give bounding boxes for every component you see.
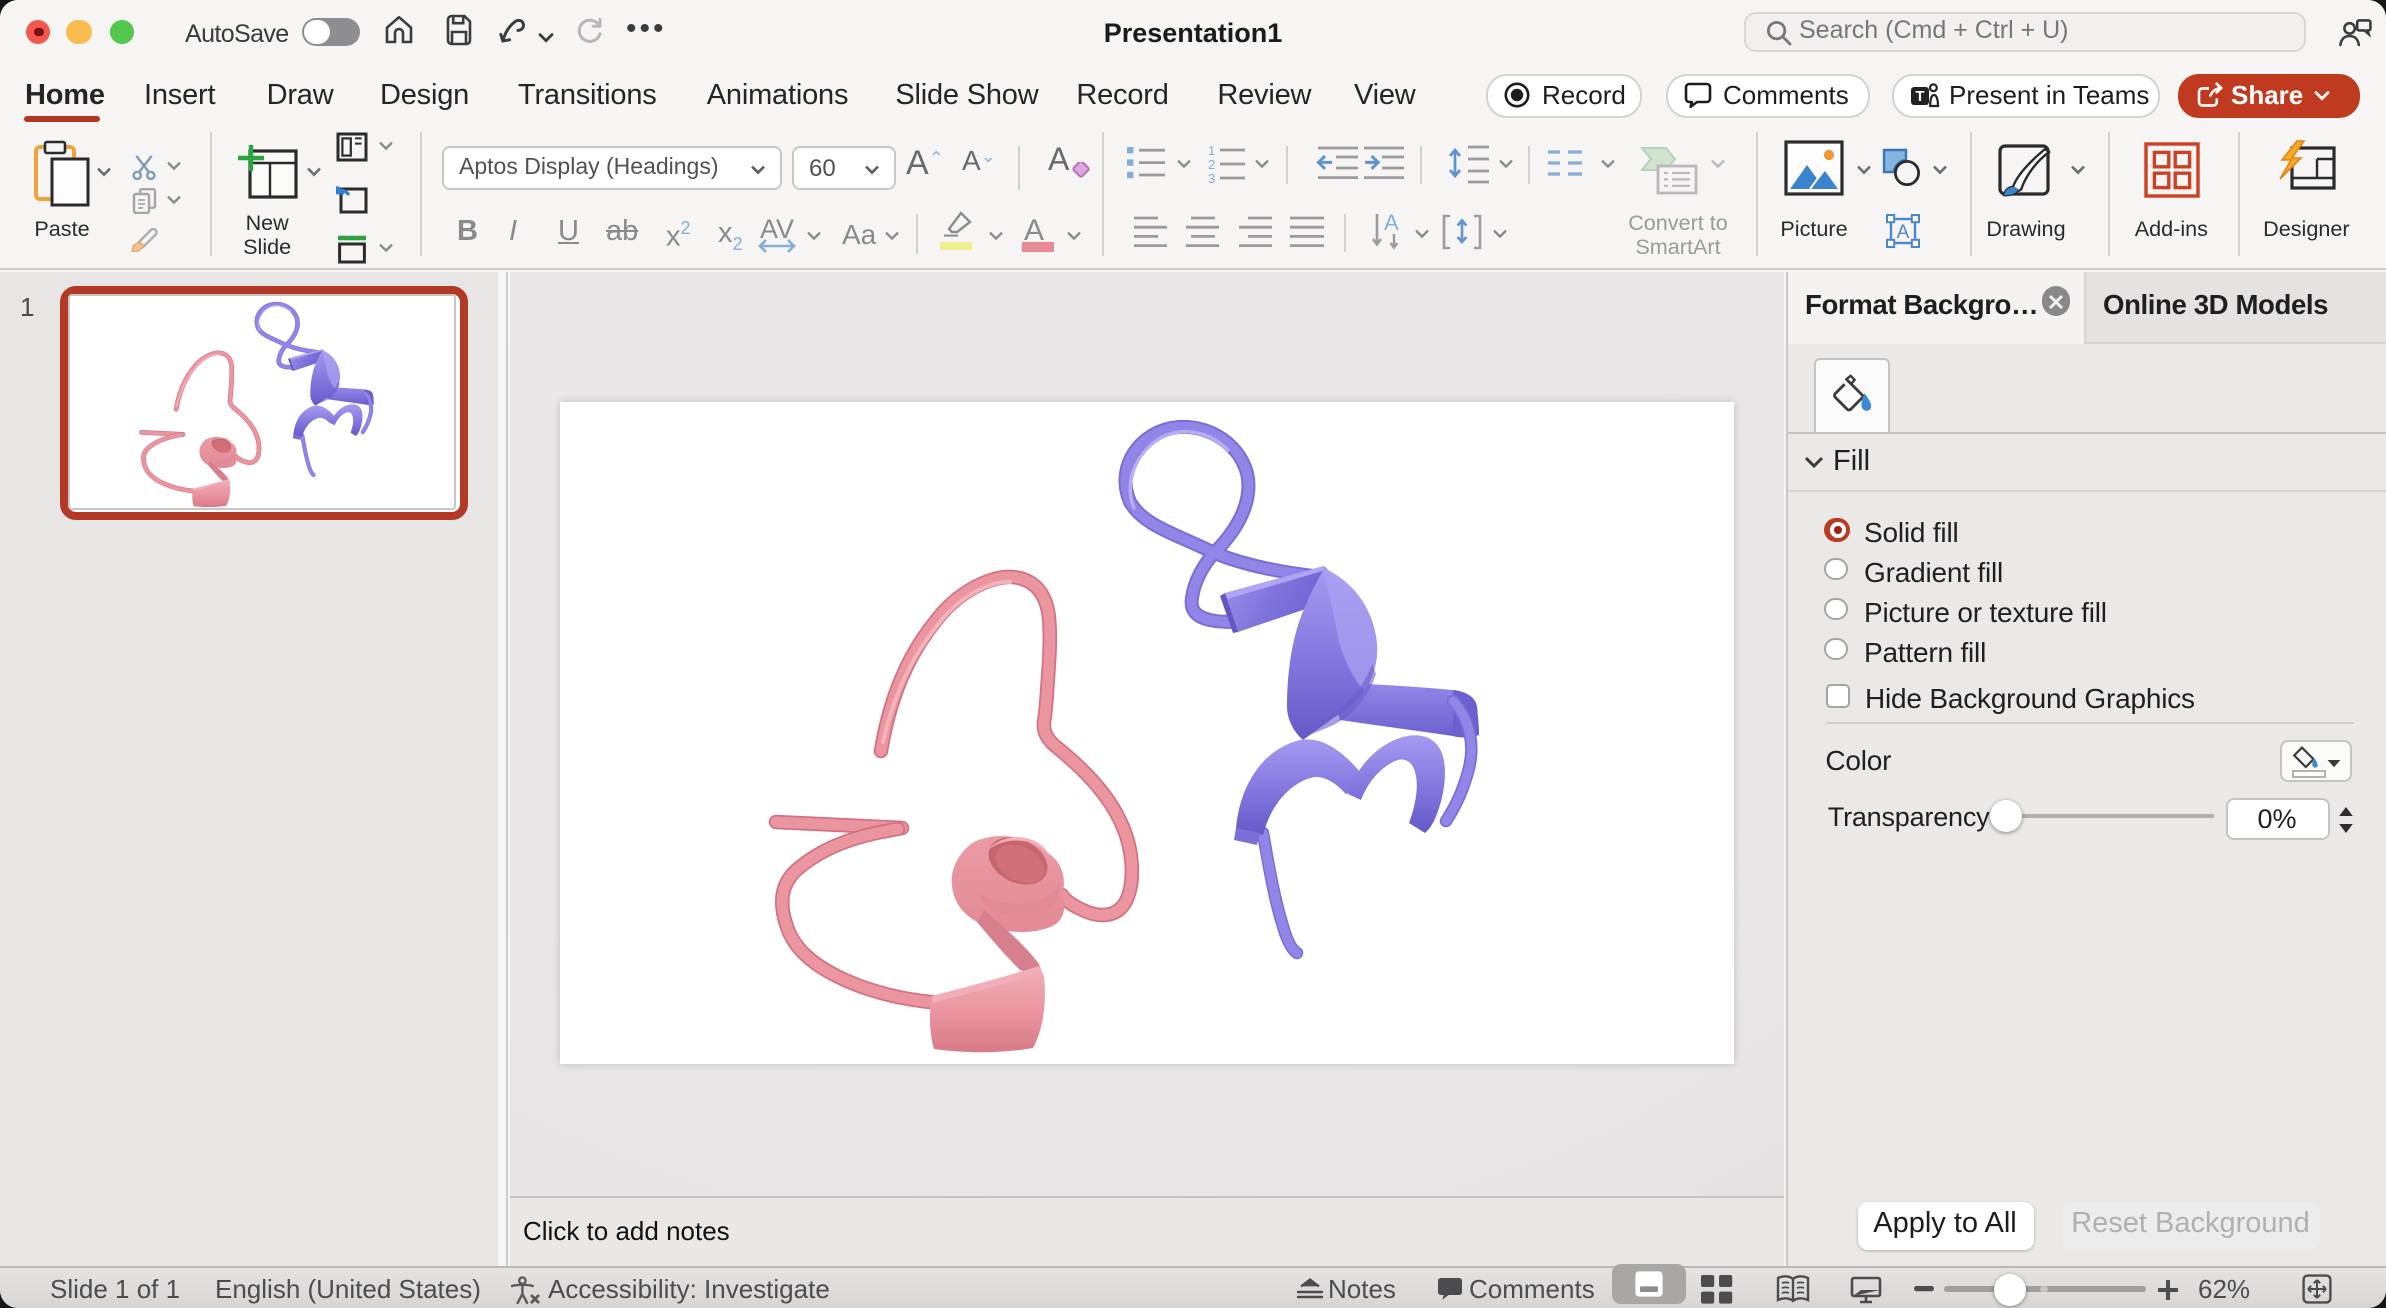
svg-text:T: T (1914, 88, 1923, 105)
svg-text:1: 1 (1208, 143, 1215, 158)
svg-text:A: A (1897, 221, 1910, 242)
svg-text:3: 3 (1208, 171, 1215, 184)
svg-text:A: A (1384, 212, 1399, 235)
svg-text:2: 2 (1208, 157, 1215, 172)
